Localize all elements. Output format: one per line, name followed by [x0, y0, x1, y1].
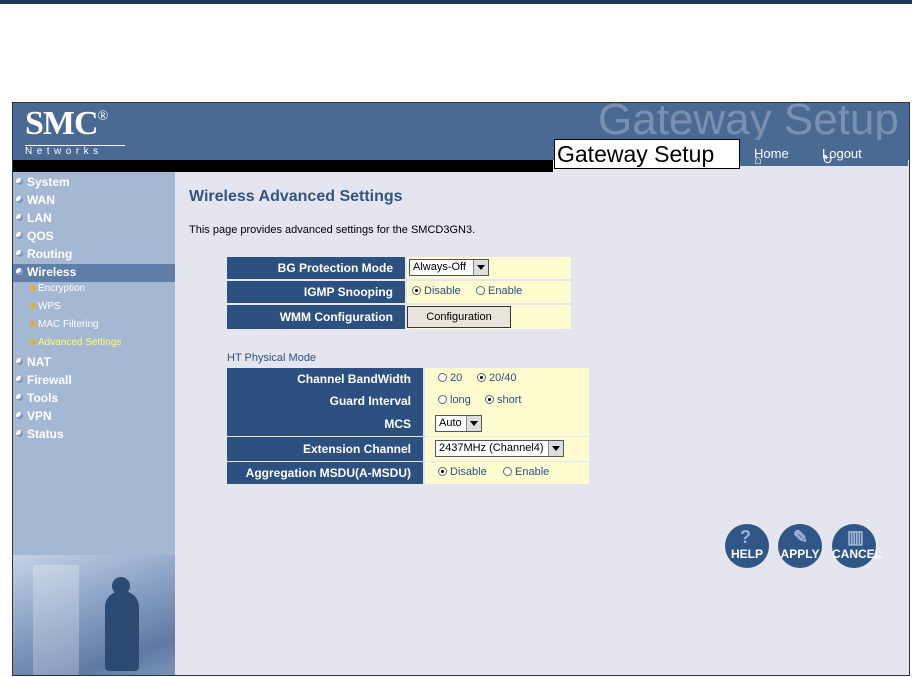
router-admin-window: SMC® Networks Gateway Setup ⌂ Home ↻ Log… [12, 102, 910, 676]
top-nav: ⌂ Home ↻ Logout [740, 140, 908, 167]
header-banner: SMC® Networks Gateway Setup ⌂ Home ↻ Log… [13, 103, 909, 169]
arrow-icon [31, 302, 37, 310]
igmp-enable-radio[interactable] [476, 286, 485, 295]
bandwidth-20-radio[interactable] [438, 373, 447, 382]
networks-wordmark: Networks [25, 145, 125, 157]
bullet-icon [16, 178, 23, 185]
bandwidth-2040-radio[interactable] [477, 373, 486, 382]
chevron-down-icon [466, 416, 481, 431]
home-link[interactable]: ⌂ Home [754, 146, 789, 167]
sidebar-item-routing[interactable]: Routing [13, 246, 175, 264]
guard-label: Guard Interval [227, 390, 423, 412]
subitem-wps[interactable]: WPS [31, 301, 61, 312]
mcs-label: MCS [227, 412, 423, 436]
chevron-down-icon [548, 441, 563, 456]
logout-icon: ↻ [822, 152, 833, 167]
sidebar-item-wireless[interactable]: Wireless [13, 264, 175, 282]
wmm-label: WMM Configuration [227, 305, 405, 329]
amsdu-enable-radio[interactable] [503, 467, 512, 476]
extension-channel-select[interactable]: 2437MHz (Channel4) [435, 440, 564, 457]
igmp-label: IGMP Snooping [227, 281, 405, 303]
smc-logo: SMC® [25, 105, 108, 142]
arrow-icon [31, 338, 37, 346]
arrow-icon [31, 284, 37, 292]
gateway-setup-title: Gateway Setup [554, 139, 740, 169]
subitem-mac-filtering[interactable]: MAC Filtering [31, 319, 99, 330]
bg-protection-select[interactable]: Always-Off [409, 259, 489, 276]
amsdu-label: Aggregation MSDU(A-MSDU) [227, 462, 423, 484]
sidebar-item-vpn[interactable]: VPN [13, 408, 175, 426]
bullet-icon [16, 376, 23, 383]
bandwidth-label: Channel BandWidth [227, 368, 423, 390]
guard-short-radio[interactable] [485, 395, 494, 404]
bullet-icon [16, 430, 23, 437]
question-icon: ? [740, 527, 751, 547]
home-icon: ⌂ [754, 152, 762, 167]
sidebar-item-wan[interactable]: WAN [13, 192, 175, 210]
sidebar-item-tools[interactable]: Tools [13, 390, 175, 408]
guard-long-label: long [450, 394, 471, 406]
page-title: Wireless Advanced Settings [189, 188, 403, 205]
amsdu-enable-label: Enable [515, 466, 550, 478]
sidebar-item-system[interactable]: System [13, 174, 175, 192]
mcs-select[interactable]: Auto [435, 415, 482, 432]
extension-channel-label: Extension Channel [227, 437, 423, 461]
apply-button[interactable]: ✎ APPLY [778, 524, 822, 568]
bullet-icon [16, 232, 23, 239]
bullet-icon [16, 268, 23, 275]
top-rule [0, 0, 912, 4]
sidebar-item-status[interactable]: Status [13, 426, 175, 444]
bandwidth-2040-label: 20/40 [489, 372, 517, 384]
subitem-encryption[interactable]: Encryption [31, 283, 85, 294]
bandwidth-20-label: 20 [450, 372, 463, 384]
amsdu-disable-radio[interactable] [438, 467, 447, 476]
page-description: This page provides advanced settings for… [189, 224, 476, 236]
sidebar-photo [13, 555, 175, 675]
sidebar-menu: System WAN LAN QOS Routing Wireless Encr… [13, 172, 175, 675]
arrow-icon [31, 320, 37, 328]
trash-icon: ▥ [847, 527, 865, 547]
sidebar-item-lan[interactable]: LAN [13, 210, 175, 228]
bullet-icon [16, 250, 23, 257]
bullet-icon [16, 196, 23, 203]
ht-section-heading: HT Physical Mode [227, 352, 317, 364]
guard-long-radio[interactable] [438, 395, 447, 404]
header-divider [13, 160, 553, 172]
bg-protection-label: BG Protection Mode [227, 257, 405, 279]
igmp-disable-radio[interactable] [412, 286, 421, 295]
bullet-icon [16, 358, 23, 365]
chevron-down-icon [473, 260, 488, 275]
amsdu-disable-label: Disable [450, 466, 487, 478]
igmp-enable-label: Enable [488, 285, 523, 297]
sidebar-item-qos[interactable]: QOS [13, 228, 175, 246]
wmm-configuration-button[interactable]: Configuration [407, 306, 511, 328]
logout-link[interactable]: ↻ Logout [822, 146, 862, 167]
cancel-button[interactable]: ▥ CANCEL [832, 524, 882, 568]
subitem-advanced-settings[interactable]: Advanced Settings [31, 337, 121, 348]
sidebar-item-nat[interactable]: NAT [13, 354, 175, 372]
bullet-icon [16, 214, 23, 221]
guard-short-label: short [497, 394, 522, 406]
apply-icon: ✎ [793, 527, 809, 547]
igmp-disable-label: Disable [424, 285, 461, 297]
bullet-icon [16, 412, 23, 419]
bullet-icon [16, 394, 23, 401]
sidebar-item-firewall[interactable]: Firewall [13, 372, 175, 390]
help-button[interactable]: ? HELP [725, 524, 769, 568]
